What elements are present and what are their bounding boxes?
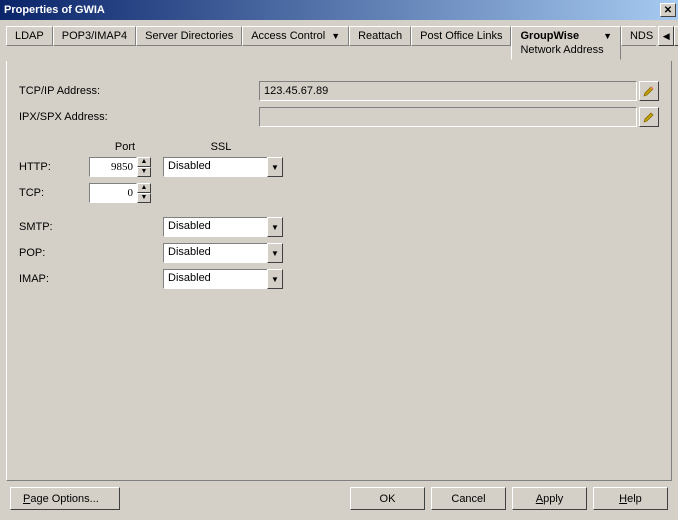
help-button[interactable]: Help xyxy=(593,487,668,510)
arrow-left-icon: ◀ xyxy=(663,31,670,42)
window-title: Properties of GWIA xyxy=(4,4,105,16)
port-ssl-grid: Port SSL HTTP: ▲ ▼ Disabled ▼ xyxy=(19,141,659,289)
label-pop: POP: xyxy=(19,247,89,259)
tab-nds[interactable]: NDS xyxy=(621,26,656,46)
tab-groupwise[interactable]: GroupWise ▼ Network Address xyxy=(511,26,621,60)
tab-pop3imap4[interactable]: POP3/IMAP4 xyxy=(53,26,136,46)
http-ssl-combo[interactable]: Disabled ▼ xyxy=(163,157,283,177)
titlebar: Properties of GWIA ✕ xyxy=(0,0,678,20)
field-ipxspx-address xyxy=(259,107,637,127)
cancel-button[interactable]: Cancel xyxy=(431,487,506,510)
tab-ldap[interactable]: LDAP xyxy=(6,26,53,46)
edit-ipxspx-button[interactable] xyxy=(639,107,659,127)
header-ssl: SSL xyxy=(161,141,281,153)
edit-tcpip-button[interactable] xyxy=(639,81,659,101)
tab-subline: Network Address xyxy=(520,44,603,56)
pencil-icon xyxy=(643,85,655,97)
ok-button[interactable]: OK xyxy=(350,487,425,510)
tabs-scroll-left[interactable]: ◀ xyxy=(658,26,674,46)
imap-ssl-combo[interactable]: Disabled ▼ xyxy=(163,269,283,289)
label-ipxspx: IPX/SPX Address: xyxy=(19,111,129,123)
tabs-scroll-right[interactable]: ▶ xyxy=(674,26,678,46)
chevron-down-icon[interactable]: ▼ xyxy=(267,217,283,237)
tab-post-office-links[interactable]: Post Office Links xyxy=(411,26,511,46)
chevron-down-icon[interactable]: ▼ xyxy=(267,269,283,289)
chevron-down-icon[interactable]: ▼ xyxy=(267,157,283,177)
apply-button[interactable]: Apply xyxy=(512,487,587,510)
label-tcpip: TCP/IP Address: xyxy=(19,85,129,97)
tab-access-control[interactable]: Access Control ▼ xyxy=(242,26,349,46)
tab-reattach[interactable]: Reattach xyxy=(349,26,411,46)
panel-network-address: TCP/IP Address: 123.45.67.89 IPX/SPX Add… xyxy=(6,61,672,481)
spin-up-icon[interactable]: ▲ xyxy=(137,183,151,193)
chevron-down-icon: ▼ xyxy=(603,31,612,41)
http-port-input[interactable] xyxy=(89,157,137,177)
label-imap: IMAP: xyxy=(19,273,89,285)
pencil-icon xyxy=(643,111,655,123)
button-bar: Page Options... OK Cancel Apply Help xyxy=(6,481,672,514)
close-button[interactable]: ✕ xyxy=(660,3,676,17)
label-smtp: SMTP: xyxy=(19,221,89,233)
field-tcpip-address: 123.45.67.89 xyxy=(259,81,637,101)
tcp-port-spinner[interactable]: ▲ ▼ xyxy=(89,183,151,203)
tab-server-directories[interactable]: Server Directories xyxy=(136,26,242,46)
chevron-down-icon: ▼ xyxy=(331,31,340,41)
chevron-down-icon[interactable]: ▼ xyxy=(267,243,283,263)
close-icon: ✕ xyxy=(664,5,672,16)
pop-ssl-combo[interactable]: Disabled ▼ xyxy=(163,243,283,263)
spin-down-icon[interactable]: ▼ xyxy=(137,193,151,203)
tcp-port-input[interactable] xyxy=(89,183,137,203)
client-area: LDAP POP3/IMAP4 Server Directories Acces… xyxy=(0,20,678,520)
label-tcp: TCP: xyxy=(19,187,89,199)
http-port-spinner[interactable]: ▲ ▼ xyxy=(89,157,151,177)
spin-up-icon[interactable]: ▲ xyxy=(137,157,151,167)
page-options-button[interactable]: Page Options... xyxy=(10,487,120,510)
label-http: HTTP: xyxy=(19,161,89,173)
spin-down-icon[interactable]: ▼ xyxy=(137,167,151,177)
header-port: Port xyxy=(89,141,161,153)
tabstrip: LDAP POP3/IMAP4 Server Directories Acces… xyxy=(6,26,672,62)
smtp-ssl-combo[interactable]: Disabled ▼ xyxy=(163,217,283,237)
